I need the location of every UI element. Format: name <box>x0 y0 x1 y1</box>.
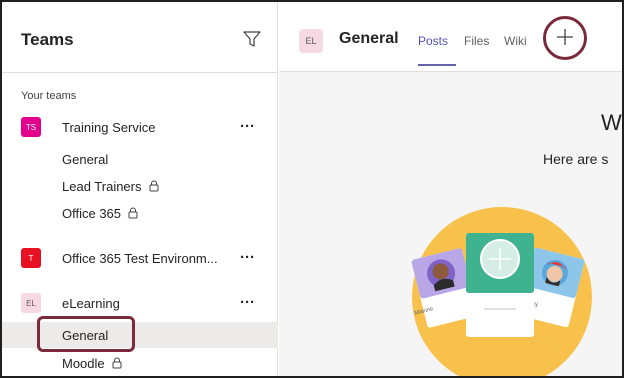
channel-title: General <box>339 30 399 47</box>
channel-name: General <box>62 152 109 167</box>
channel-header: EL General Posts Files Wiki <box>279 2 622 72</box>
plus-icon <box>557 29 573 45</box>
filter-icon[interactable] <box>243 30 261 48</box>
sidebar-header: Teams <box>2 2 278 72</box>
channel-item[interactable]: Lead Trainers <box>2 173 278 199</box>
team-name: eLearning <box>62 296 120 311</box>
sidebar-title: Teams <box>21 30 74 49</box>
team-avatar: TS <box>21 117 41 137</box>
channel-name: Lead Trainers <box>62 179 142 194</box>
team-training-service[interactable]: TS Training Service ··· <box>2 112 278 142</box>
channel-main: EL General Posts Files Wiki W Here are s <box>279 2 622 376</box>
team-elearning[interactable]: EL eLearning ··· <box>2 288 278 318</box>
team-name: Training Service <box>62 120 156 135</box>
tab-posts[interactable]: Posts <box>418 34 448 48</box>
channel-item[interactable]: Moodle <box>2 350 278 376</box>
welcome-subtitle: Here are s <box>543 151 609 167</box>
team-avatar: EL <box>21 293 41 313</box>
channel-item[interactable]: General <box>2 146 278 172</box>
lock-icon <box>112 357 122 369</box>
active-tab-indicator <box>418 64 456 66</box>
tab-files[interactable]: Files <box>464 34 489 48</box>
sidebar-divider <box>2 72 278 73</box>
welcome-title: W <box>601 110 622 135</box>
team-avatar: T <box>21 248 41 268</box>
channel-avatar: EL <box>299 29 323 53</box>
your-teams-label: Your teams <box>21 90 77 102</box>
more-options-icon[interactable]: ··· <box>240 294 255 311</box>
channel-label: Office 365 <box>62 206 138 221</box>
more-options-icon[interactable]: ··· <box>240 249 255 266</box>
add-tab-button[interactable] <box>543 16 587 60</box>
channel-label: Moodle <box>62 356 122 371</box>
channel-label: Lead Trainers <box>62 179 159 194</box>
team-office-365-test[interactable]: T Office 365 Test Environm... ··· <box>2 243 278 273</box>
channel-name: Moodle <box>62 356 105 371</box>
channel-item[interactable]: Office 365 <box>2 200 278 226</box>
lock-icon <box>149 180 158 192</box>
app-window: Teams Your teams TS Training Service ···… <box>0 0 624 378</box>
more-options-icon[interactable]: ··· <box>240 118 255 135</box>
welcome-illustration: Maxine ky <box>411 207 592 376</box>
tab-wiki[interactable]: Wiki <box>504 34 527 48</box>
teams-sidebar: Teams Your teams TS Training Service ···… <box>2 2 278 376</box>
team-name: Office 365 Test Environm... <box>62 251 218 266</box>
lock-icon <box>128 207 138 219</box>
annotation-highlight-general <box>37 316 135 352</box>
channel-name: Office 365 <box>62 206 122 221</box>
